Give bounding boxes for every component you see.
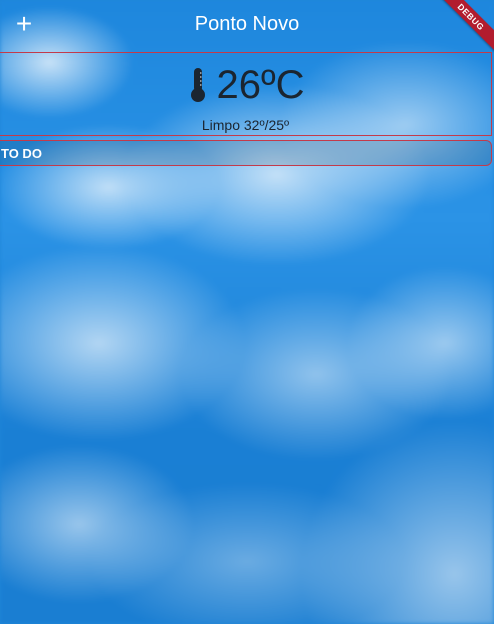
todo-label: TO DO — [1, 145, 42, 161]
page-title: Ponto Novo — [194, 13, 300, 35]
weather-panel: 26ºC Limpo 32º/25º — [0, 52, 492, 136]
temperature-value: 26ºC — [216, 63, 305, 107]
weather-condition: Limpo 32º/25º — [201, 117, 290, 133]
app-bar: + Ponto Novo — [0, 0, 494, 52]
thermometer-icon — [187, 66, 209, 104]
temperature-row: 26ºC — [0, 63, 491, 107]
todo-bar[interactable]: TO DO — [0, 140, 492, 166]
